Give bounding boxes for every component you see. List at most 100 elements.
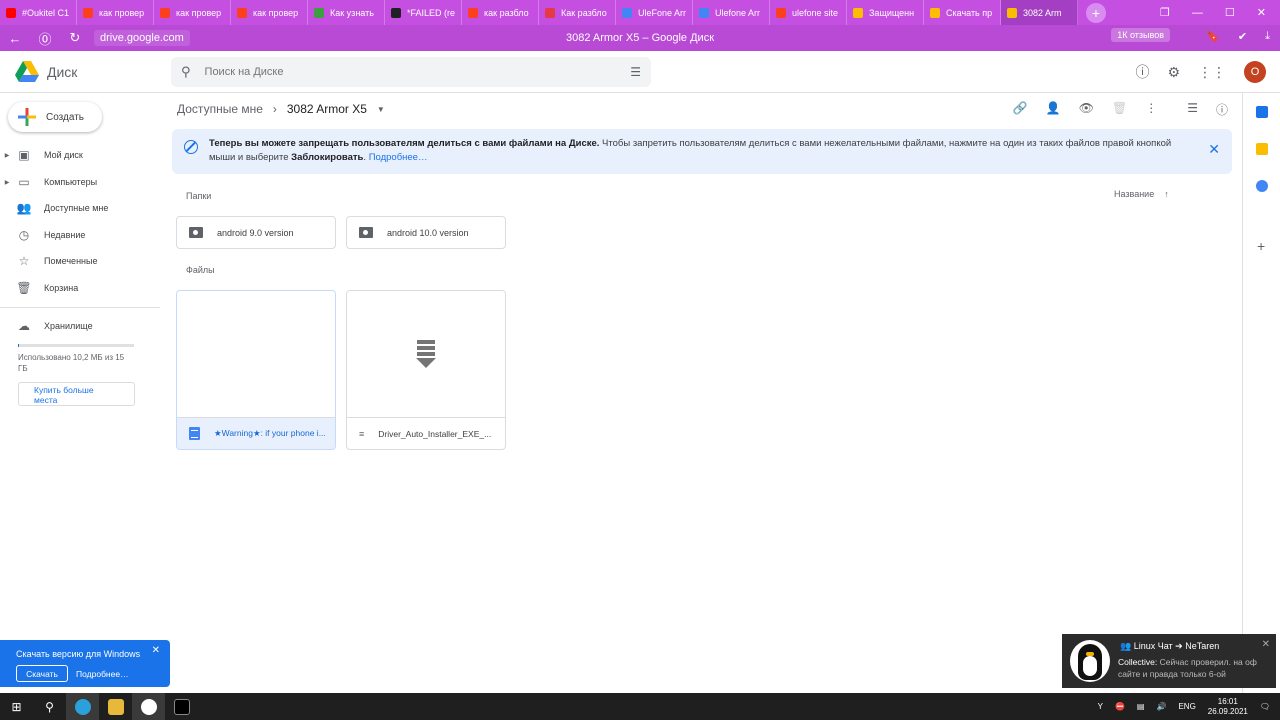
buy-storage-button[interactable]: Купить больше места: [18, 382, 135, 406]
clock-date: 26.09.2021: [1207, 706, 1248, 716]
expand-caret-icon[interactable]: ▶: [0, 152, 14, 159]
browser-tab[interactable]: Скачать пр: [924, 0, 1001, 25]
folder-card[interactable]: android 10.0 version: [346, 216, 506, 249]
browser-tab[interactable]: Как разбло: [539, 0, 616, 25]
search-options-icon[interactable]: ☰: [630, 65, 641, 79]
list-view-icon[interactable]: ☰: [1187, 101, 1198, 118]
add-person-icon[interactable]: 👤: [1046, 101, 1061, 118]
telegram-icon[interactable]: [66, 693, 99, 720]
file-explorer-icon[interactable]: [99, 693, 132, 720]
terminal-icon[interactable]: [165, 693, 198, 720]
sort-control[interactable]: Название ↑: [1114, 189, 1169, 199]
settings-gear-icon[interactable]: ⚙: [1167, 64, 1180, 81]
tasks-icon[interactable]: [1256, 180, 1268, 192]
browser-tab[interactable]: как провер: [154, 0, 231, 25]
browser-tab[interactable]: Защищенн: [847, 0, 924, 25]
google-doc-icon: [189, 427, 200, 440]
download-button[interactable]: Скачать: [16, 665, 68, 682]
breadcrumb-parent[interactable]: Доступные мне: [177, 102, 263, 116]
yandex-browser-icon[interactable]: [132, 693, 165, 720]
close-icon[interactable]: ✕: [1208, 141, 1220, 158]
google-drive-logo-icon: [15, 61, 39, 82]
search-icon[interactable]: ⚲: [33, 693, 66, 720]
sidebar-item-storage[interactable]: ☁ Хранилище: [0, 313, 160, 339]
search-input[interactable]: [204, 65, 617, 78]
protect-icon[interactable]: ✔: [1238, 30, 1247, 43]
search-icon[interactable]: ⚲: [181, 64, 191, 80]
my-drive-icon: ▣: [18, 148, 30, 162]
browser-tab[interactable]: как провер: [77, 0, 154, 25]
sidebar-item-shared[interactable]: 👥 Доступные мне: [0, 195, 160, 221]
sidebar-item-trash[interactable]: 🗑 Корзина: [0, 275, 160, 301]
windows-start-icon[interactable]: ⊞: [0, 693, 33, 720]
sidebar-item-starred[interactable]: ☆ Помеченные: [0, 248, 160, 274]
address-bar: ← ⓪ ↻ drive.google.com 3082 Armor X5 – G…: [0, 25, 1280, 51]
browser-tab[interactable]: *FAILED (re: [385, 0, 462, 25]
help-icon[interactable]: ⓘ: [1135, 62, 1149, 82]
calendar-icon[interactable]: [1256, 106, 1268, 118]
main-content: Доступные мне › 3082 Armor X5 ▼ 🔗 👤 👁 🗑 …: [170, 93, 1242, 653]
volume-icon[interactable]: 🔊: [1156, 702, 1166, 711]
download-icon[interactable]: ⤓: [1265, 30, 1270, 43]
more-vert-icon[interactable]: ⋮: [1145, 101, 1157, 118]
file-card[interactable]: ≡ Driver_Auto_Installer_EXE_...: [346, 290, 506, 450]
clock[interactable]: 16:01 26.09.2021: [1208, 697, 1248, 717]
close-icon[interactable]: ✕: [152, 645, 160, 656]
sidebar-divider: [0, 307, 160, 308]
site-icon: [622, 7, 632, 18]
tabs-overview-icon[interactable]: ❐: [1160, 6, 1170, 19]
close-window-button[interactable]: ✕: [1257, 6, 1266, 19]
search-box[interactable]: ⚲ ☰: [171, 56, 651, 87]
banner-bold: Теперь вы можете запрещать пользователям…: [209, 138, 600, 149]
info-icon[interactable]: ⓘ: [1216, 101, 1228, 118]
yandex-tray-icon[interactable]: Y: [1098, 702, 1103, 711]
add-addon-icon[interactable]: +: [1257, 238, 1265, 254]
bookmark-icon[interactable]: 🔖: [1206, 30, 1220, 43]
language-indicator[interactable]: ENG: [1178, 702, 1195, 711]
minimize-button[interactable]: —: [1192, 7, 1203, 19]
close-icon[interactable]: ✕: [1262, 639, 1270, 650]
drive-logo[interactable]: Диск: [15, 61, 171, 82]
breadcrumb-current[interactable]: 3082 Armor X5: [287, 102, 367, 116]
learn-more-link[interactable]: Подробнее…: [76, 669, 129, 679]
sidebar-item-computers[interactable]: ▶ ▭ Компьютеры: [0, 169, 160, 195]
browser-tab[interactable]: Ulefone Arr: [693, 0, 770, 25]
browser-tab[interactable]: как разбло: [462, 0, 539, 25]
app-tray-icon[interactable]: ⛔: [1115, 702, 1125, 711]
expand-caret-icon[interactable]: ▶: [0, 179, 14, 186]
url-field[interactable]: drive.google.com: [94, 30, 190, 46]
notifications-icon[interactable]: 🗨: [1260, 702, 1270, 711]
sidebar-item-recent[interactable]: ◷ Недавние: [0, 222, 160, 248]
preview-eye-icon[interactable]: 👁: [1079, 101, 1094, 118]
file-name-row: ≡ Driver_Auto_Installer_EXE_...: [347, 417, 505, 449]
keep-icon[interactable]: [1256, 143, 1268, 155]
browser-tab-active[interactable]: 3082 Arm: [1001, 0, 1078, 25]
create-button[interactable]: Создать: [8, 102, 102, 132]
new-tab-button[interactable]: +: [1086, 2, 1106, 23]
back-arrow-icon[interactable]: ←: [0, 31, 30, 46]
arrow-up-icon[interactable]: ↑: [1164, 189, 1169, 199]
delete-icon[interactable]: 🗑: [1112, 101, 1127, 118]
browser-tab[interactable]: UleFone Arr: [616, 0, 693, 25]
apps-grid-icon[interactable]: ⋮⋮: [1198, 64, 1226, 81]
banner-learn-more-link[interactable]: Подробнее…: [369, 152, 428, 163]
yandex-home-icon[interactable]: ⓪: [30, 29, 60, 48]
link-icon[interactable]: 🔗: [1013, 101, 1028, 118]
avatar[interactable]: О: [1244, 61, 1266, 83]
network-icon[interactable]: ▤: [1137, 702, 1145, 711]
shared-folder-icon: [189, 227, 203, 238]
chat-notification[interactable]: 👥 Linux Чат ➔ NeTaren Collective: Сейчас…: [1062, 634, 1276, 688]
browser-tab[interactable]: ulefone site: [770, 0, 847, 25]
maximize-button[interactable]: ☐: [1225, 6, 1235, 19]
chevron-down-icon[interactable]: ▼: [377, 105, 385, 114]
browser-tab[interactable]: Как узнать: [308, 0, 385, 25]
file-card[interactable]: ★Warning★: if your phone i...: [176, 290, 336, 450]
plus-color-icon: [18, 108, 36, 126]
browser-tab[interactable]: #Oukitel C1: [0, 0, 77, 25]
sidebar: Создать ▶ ▣ Мой диск ▶ ▭ Компьютеры 👥 Доступн…: [0, 93, 170, 653]
browser-tab[interactable]: как провер: [231, 0, 308, 25]
reviews-badge[interactable]: 1К отзывов: [1111, 28, 1170, 42]
reload-icon[interactable]: ↻: [60, 30, 90, 46]
folder-card[interactable]: android 9.0 version: [176, 216, 336, 249]
sidebar-item-my-drive[interactable]: ▶ ▣ Мой диск: [0, 142, 160, 168]
